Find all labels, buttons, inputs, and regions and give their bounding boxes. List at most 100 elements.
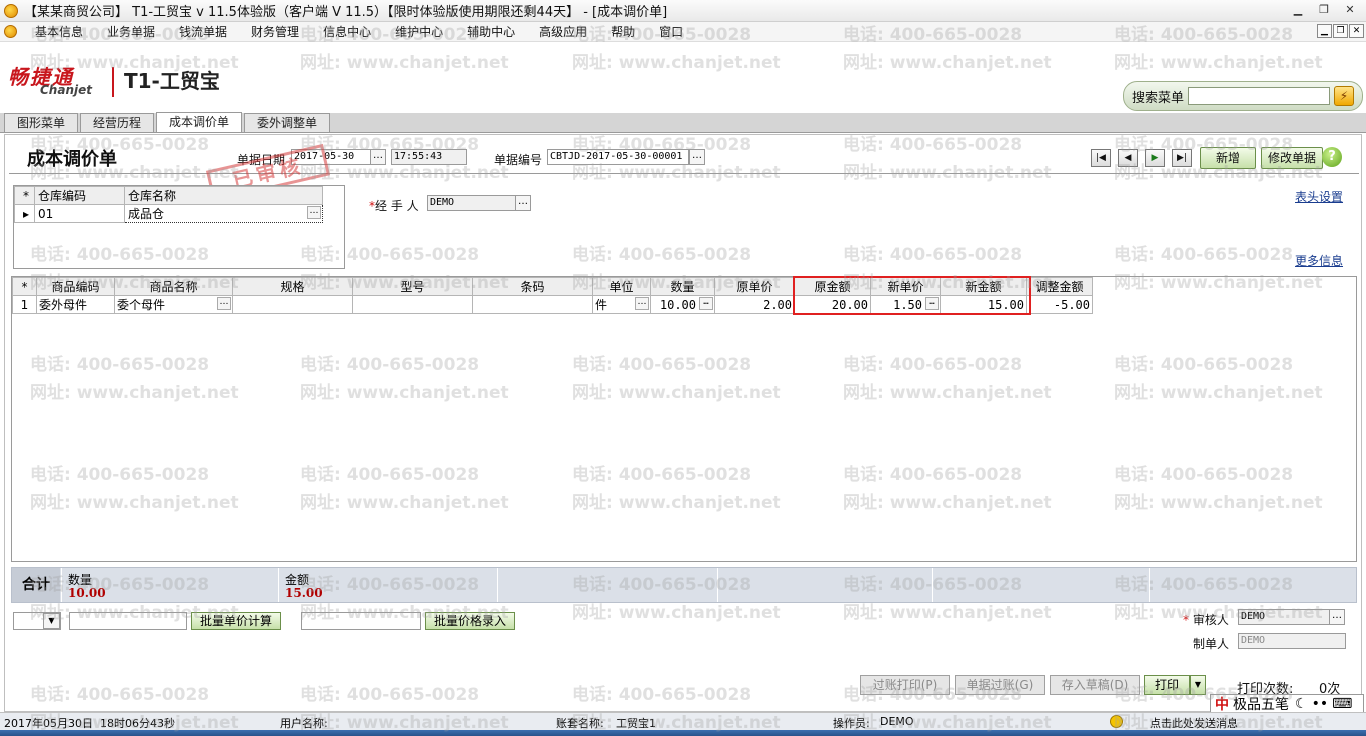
last-record-button[interactable]: ▶| [1172,149,1192,167]
goods-new-amount-cell[interactable]: 15.00 [940,295,1027,314]
menu-item-assist[interactable]: 辅助中心 [455,23,527,40]
header-old-amount: 原金额 [794,277,871,296]
goods-new-price-cell[interactable]: 1.50… [870,295,941,314]
menu-item-window[interactable]: 窗口 [647,23,695,40]
menu-item-cash-docs[interactable]: 钱流单据 [167,23,239,40]
handler-picker-button[interactable]: … [515,195,531,211]
goods-model-cell[interactable] [352,295,473,314]
restore-icon[interactable]: ❐ [1312,2,1336,19]
status-operator-value: DEMO [880,715,914,728]
header-model: 型号 [352,277,473,296]
tab-outsource-adjust[interactable]: 委外调整单 [244,113,331,132]
mdi-close-icon[interactable]: ✕ [1349,24,1364,38]
goods-name-text: 委个母件 [117,298,166,312]
goods-unit-cell[interactable]: 件… [592,295,651,314]
warehouse-grid: * 仓库编码 仓库名称 ▸ 01 成品仓 … [13,185,345,269]
goods-qty-cell[interactable]: 10.00… [650,295,715,314]
save-draft-button[interactable]: 存入草稿(D) [1050,675,1140,695]
status-account-value: 工贸宝1 [616,717,656,730]
goods-barcode-cell[interactable] [472,295,593,314]
goods-corner: * [12,277,37,296]
keyboard-icon[interactable]: ⌨ [1332,696,1352,712]
date-picker-button[interactable]: … [370,149,386,165]
punctuation-icon[interactable]: •• [1312,696,1329,712]
edit-document-button[interactable]: 修改单据 [1261,147,1324,169]
number-field[interactable]: CBTJD-2017-05-30-00001 [547,149,689,165]
auditor-field[interactable]: DEMO [1238,609,1330,625]
next-record-button[interactable]: ▶ [1145,149,1165,167]
menu-item-maintenance[interactable]: 维护中心 [383,23,455,40]
help-icon[interactable]: ? [1322,147,1342,167]
mdi-restore-icon[interactable]: ❐ [1333,24,1348,38]
header-settings-link[interactable]: 表头设置 [1295,188,1343,205]
menu-item-business-docs[interactable]: 业务单据 [95,23,167,40]
moon-icon[interactable]: ☾ [1295,696,1308,712]
tab-strip: 图形菜单 经营历程 成本调价单 委外调整单 [0,112,1366,133]
tab-cost-adjust[interactable]: 成本调价单 [156,112,243,132]
auditor-label-text: 审核人 [1192,613,1229,627]
logo-english: Chanjet [40,83,92,97]
post-document-button[interactable]: 单据过账(G) [955,675,1045,695]
search-input[interactable] [1188,87,1331,105]
warehouse-row[interactable]: ▸ 01 成品仓 … [14,204,323,223]
number-picker-button[interactable]: … [689,149,705,165]
send-message-link[interactable]: 点击此处发送消息 [1150,715,1238,731]
goods-code-cell[interactable]: 委外母件 [36,295,115,314]
page-title: 成本调价单 [27,149,117,170]
warehouse-header-code: 仓库编码 [34,186,125,205]
print-dropdown-icon[interactable]: ▼ [1190,675,1206,695]
warehouse-name-cell[interactable]: 成品仓 … [124,204,323,223]
mdi-minimize-icon[interactable]: ▁ [1317,24,1332,38]
totals-qty-value: 10.00 [68,586,106,600]
add-button[interactable]: 新增 [1200,147,1256,169]
batch-calc-input[interactable] [69,612,187,630]
post-print-button[interactable]: 过账打印(P) [860,675,950,695]
close-icon[interactable]: ✕ [1338,2,1362,19]
ime-chinese-indicator[interactable]: 中 [1215,694,1229,714]
search-label: 搜索菜单 [1132,90,1185,106]
more-info-link[interactable]: 更多信息 [1295,252,1343,269]
goods-name-cell[interactable]: 委个母件 … [114,295,233,314]
header-code: 商品编码 [36,277,115,296]
new-price-picker-button[interactable]: … [925,297,939,310]
goods-old-price-cell[interactable]: 2.00 [714,295,795,314]
batch-price-entry-button[interactable]: 批量价格录入 [425,612,516,630]
warehouse-code-cell[interactable]: 01 [34,204,125,223]
menu-item-help[interactable]: 帮助 [599,23,647,40]
handler-field[interactable]: DEMO [427,195,517,211]
print-button[interactable]: 打印 [1144,675,1190,695]
goods-adjust-cell[interactable]: -5.00 [1026,295,1093,314]
goods-unit-text: 件 [595,298,608,312]
batch-price-calc-button[interactable]: 批量单价计算 [191,612,282,630]
required-mark: * [1183,613,1193,627]
menu-item-basic-info[interactable]: 基本信息 [23,23,95,40]
handler-label: *经 手 人 [369,197,419,214]
warehouse-picker-button[interactable]: … [307,206,321,219]
totals-divider [1149,568,1150,602]
auditor-picker-button[interactable]: … [1329,609,1345,625]
smiley-icon[interactable] [1110,715,1123,728]
prev-record-button[interactable]: ◀ [1118,149,1138,167]
menu-item-info-center[interactable]: 信息中心 [311,23,383,40]
search-go-icon[interactable]: ⚡ [1334,86,1355,106]
goods-old-amount-cell[interactable]: 20.00 [794,295,871,314]
menu-item-advanced[interactable]: 高级应用 [527,23,599,40]
number-label: 单据编号 [494,153,543,167]
ime-toolbar[interactable]: 中 极品五笔 ☾ •• ⌨ [1210,694,1364,714]
totals-bar: 合计 数量 10.00 金额 15.00 [11,567,1357,603]
ime-name: 极品五笔 [1233,697,1289,713]
goods-spec-cell[interactable] [232,295,353,314]
tab-graphic-menu[interactable]: 图形菜单 [4,113,79,132]
unit-picker-button[interactable]: … [635,297,649,310]
first-record-button[interactable]: |◀ [1091,149,1111,167]
tab-business-history[interactable]: 经营历程 [80,113,155,132]
qty-picker-button[interactable]: … [699,297,713,310]
chevron-down-icon[interactable]: ▼ [43,613,60,629]
batch-price-input[interactable] [301,612,421,630]
warehouse-corner: * [14,186,35,205]
table-row[interactable]: 1 委外母件 委个母件… 件… 10.00… 2.00 20.00 1.50… … [12,295,1093,314]
minimize-icon[interactable]: ▁ [1286,2,1310,19]
menu-item-finance[interactable]: 财务管理 [239,23,311,40]
window-controls: ▁ ❐ ✕ [1286,2,1362,19]
goods-picker-button[interactable]: … [217,297,231,310]
